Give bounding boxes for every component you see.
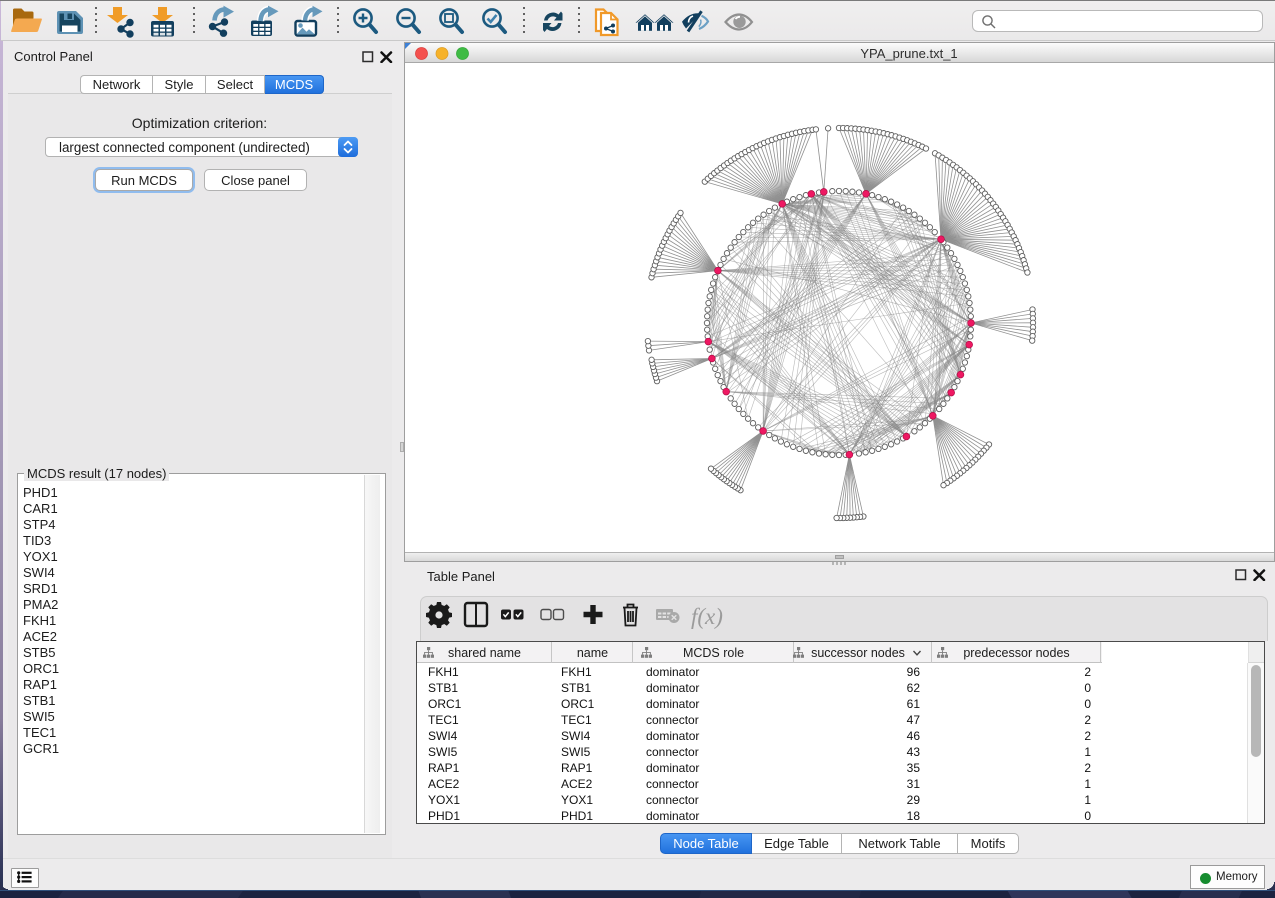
svg-text:f(x): f(x) — [691, 604, 723, 629]
